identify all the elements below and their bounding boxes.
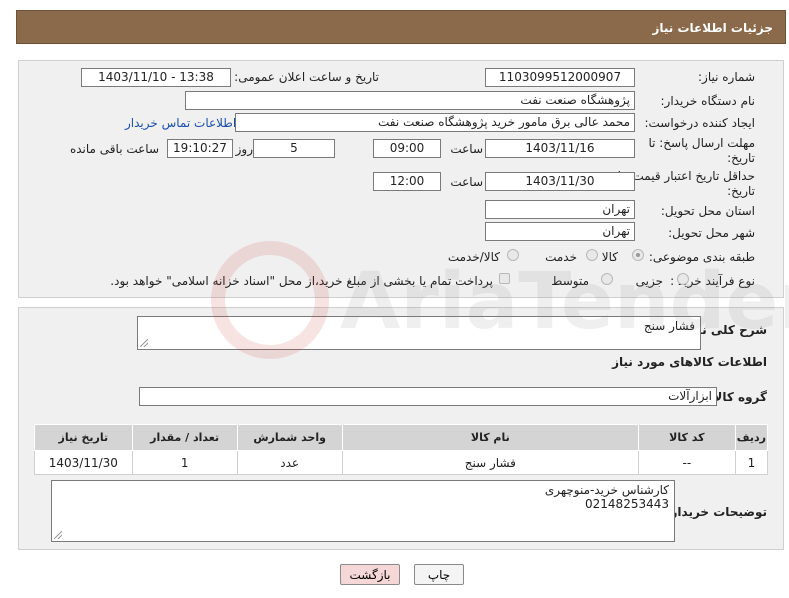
remaining-days-field: 5 xyxy=(253,139,335,158)
goods-group-field: ابزارآلات xyxy=(139,387,717,406)
city-label: شهر محل تحویل: xyxy=(668,226,755,240)
need-info-panel: شماره نیاز: 1103099512000907 تاریخ و ساع… xyxy=(18,60,784,298)
buyer-org-label: نام دستگاه خریدار: xyxy=(660,94,756,108)
announce-datetime-label: تاریخ و ساعت اعلان عمومی: xyxy=(234,70,379,84)
buyer-notes-line-2: 02148253443 xyxy=(585,497,669,511)
price-validity-date-label: تاریخ: xyxy=(727,184,755,198)
cell-quantity: 1 xyxy=(131,450,238,475)
category-radio-goods[interactable] xyxy=(632,249,644,261)
creator-label: ایجاد کننده درخواست: xyxy=(644,116,755,130)
price-validity-label: حداقل تاریخ اعتبار قیمت: تا xyxy=(617,169,755,183)
process-option-minor: جزیی xyxy=(635,274,663,288)
cell-code: -- xyxy=(637,450,736,475)
need-number-label: شماره نیاز: xyxy=(698,70,755,84)
need-number-field: 1103099512000907 xyxy=(485,68,635,87)
need-details-panel: شرح کلی نیاز: فشار سنج اطلاعات کالاهای م… xyxy=(18,307,784,550)
category-radio-goods-service[interactable] xyxy=(507,249,519,261)
category-label: طبقه بندی موضوعی: xyxy=(648,250,755,264)
cell-name: فشار سنج xyxy=(341,450,639,475)
buyer-org-field: پژوهشگاه صنعت نفت xyxy=(185,91,635,110)
price-validity-time-field: 12:00 xyxy=(373,172,441,191)
reply-time-field: 09:00 xyxy=(373,139,441,158)
buyer-contact-link[interactable]: اطلاعات تماس خریدار xyxy=(125,116,236,130)
col-code: کد کالا xyxy=(637,424,736,451)
remaining-time-label: ساعت باقی مانده xyxy=(69,142,159,156)
category-option-goods: کالا xyxy=(601,250,618,264)
col-quantity: تعداد / مقدار xyxy=(131,424,238,451)
col-name: نام کالا xyxy=(341,424,639,451)
reply-date-field: 1403/11/16 xyxy=(485,139,635,158)
buyer-notes-label: توضیحات خریدار: xyxy=(665,505,767,519)
items-table: ردیف کد کالا نام کالا واحد شمارش تعداد /… xyxy=(34,424,769,475)
province-field: تهران xyxy=(485,200,635,219)
summary-text: فشار سنج xyxy=(643,319,695,333)
category-option-goods-service: کالا/خدمت xyxy=(447,250,500,264)
cell-unit: عدد xyxy=(236,450,343,475)
creator-field: محمد عالی برق مامور خرید پژوهشگاه صنعت ن… xyxy=(235,113,635,132)
items-table-header: ردیف کد کالا نام کالا واحد شمارش تعداد /… xyxy=(34,424,769,451)
announce-datetime-field: 1403/11/10 - 13:38 xyxy=(81,68,231,87)
page-header: جزئیات اطلاعات نیاز xyxy=(16,10,786,44)
cell-row: 1 xyxy=(734,450,769,475)
col-date: تاریخ نیاز xyxy=(34,424,133,451)
goods-group-label: گروه کالا: xyxy=(708,390,767,404)
summary-textarea: فشار سنج xyxy=(137,316,701,350)
reply-time-label: ساعت xyxy=(450,142,483,156)
page-title: جزئیات اطلاعات نیاز xyxy=(652,21,773,35)
province-label: استان محل تحویل: xyxy=(660,204,755,218)
price-validity-time-label: ساعت xyxy=(450,175,483,189)
print-button[interactable]: چاپ xyxy=(414,564,464,585)
remaining-time-field: 19:10:27 xyxy=(167,139,233,158)
treasury-payment-checkbox[interactable] xyxy=(499,273,510,284)
col-row: ردیف xyxy=(734,424,769,451)
resize-grip-icon[interactable] xyxy=(140,339,148,347)
process-radio-medium[interactable] xyxy=(601,273,613,285)
process-option-medium: متوسط xyxy=(551,274,589,288)
city-field: تهران xyxy=(485,222,635,241)
reply-deadline-date-label: تاریخ: xyxy=(727,151,755,165)
items-heading: اطلاعات کالاهای مورد نیاز xyxy=(612,355,767,369)
treasury-payment-note: پرداخت تمام یا بخشی از مبلغ خرید،از محل … xyxy=(110,274,493,288)
col-unit: واحد شمارش xyxy=(236,424,343,451)
category-option-service: خدمت xyxy=(545,250,577,264)
table-row: 1 -- فشار سنج عدد 1 1403/11/30 xyxy=(34,450,769,475)
category-radio-service[interactable] xyxy=(586,249,598,261)
back-button[interactable]: بازگشت xyxy=(340,564,400,585)
buyer-notes-textarea: کارشناس خرید-منوچهری 02148253443 xyxy=(51,480,675,542)
buyer-notes-line-1: کارشناس خرید-منوچهری xyxy=(544,483,669,497)
resize-grip-icon[interactable] xyxy=(54,531,62,539)
reply-deadline-label: مهلت ارسال پاسخ: تا xyxy=(648,136,755,150)
cell-date: 1403/11/30 xyxy=(34,450,133,475)
price-validity-date-field: 1403/11/30 xyxy=(485,172,635,191)
process-radio-minor[interactable] xyxy=(677,273,689,285)
